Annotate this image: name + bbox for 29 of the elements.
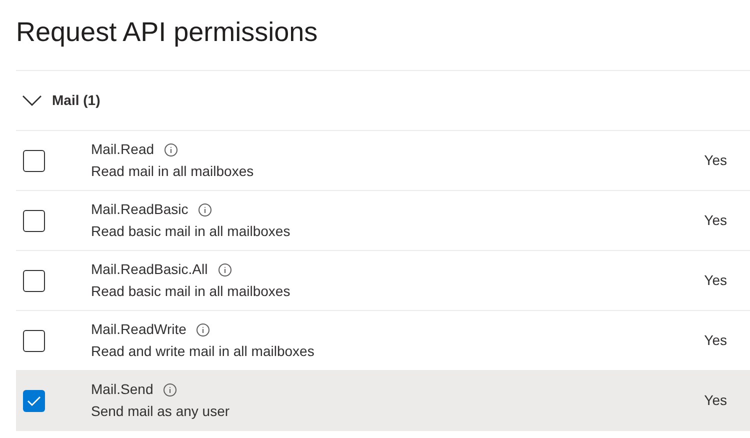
permission-name: Mail.ReadBasic.All [91, 261, 208, 278]
info-icon[interactable] [218, 262, 232, 276]
permission-description: Read basic mail in all mailboxes [91, 283, 292, 300]
chevron-down-icon [22, 94, 42, 106]
permission-name: Mail.ReadBasic [91, 201, 188, 218]
info-icon[interactable] [196, 322, 210, 336]
admin-consent-value: Yes [704, 271, 727, 290]
admin-consent-value: Yes [704, 331, 727, 350]
checkbox[interactable] [23, 390, 45, 412]
permission-description: Read basic mail in all mailboxes [91, 223, 292, 240]
permission-description: Send mail as any user [91, 403, 231, 420]
permission-description: Read and write mail in all mailboxes [91, 343, 316, 360]
info-icon[interactable] [164, 142, 178, 156]
group-header[interactable]: Mail (1) [16, 71, 750, 131]
admin-consent-value: Yes [704, 391, 727, 410]
info-icon[interactable] [198, 202, 212, 216]
checkbox[interactable] [23, 210, 45, 232]
admin-consent-value: Yes [704, 151, 727, 170]
checkbox[interactable] [23, 150, 45, 172]
admin-consent-value: Yes [704, 211, 727, 230]
info-icon[interactable] [163, 382, 178, 396]
page-title: Request API permissions [15, 16, 319, 49]
permission-description: Read mail in all mailboxes [91, 163, 255, 180]
checkmark-icon [27, 396, 41, 406]
permission-name: Mail.Read [91, 141, 154, 158]
checkbox[interactable] [23, 330, 45, 352]
permission-name: Mail.Send [91, 381, 154, 398]
checkbox[interactable] [23, 270, 45, 292]
permission-name: Mail.ReadWrite [91, 321, 186, 338]
